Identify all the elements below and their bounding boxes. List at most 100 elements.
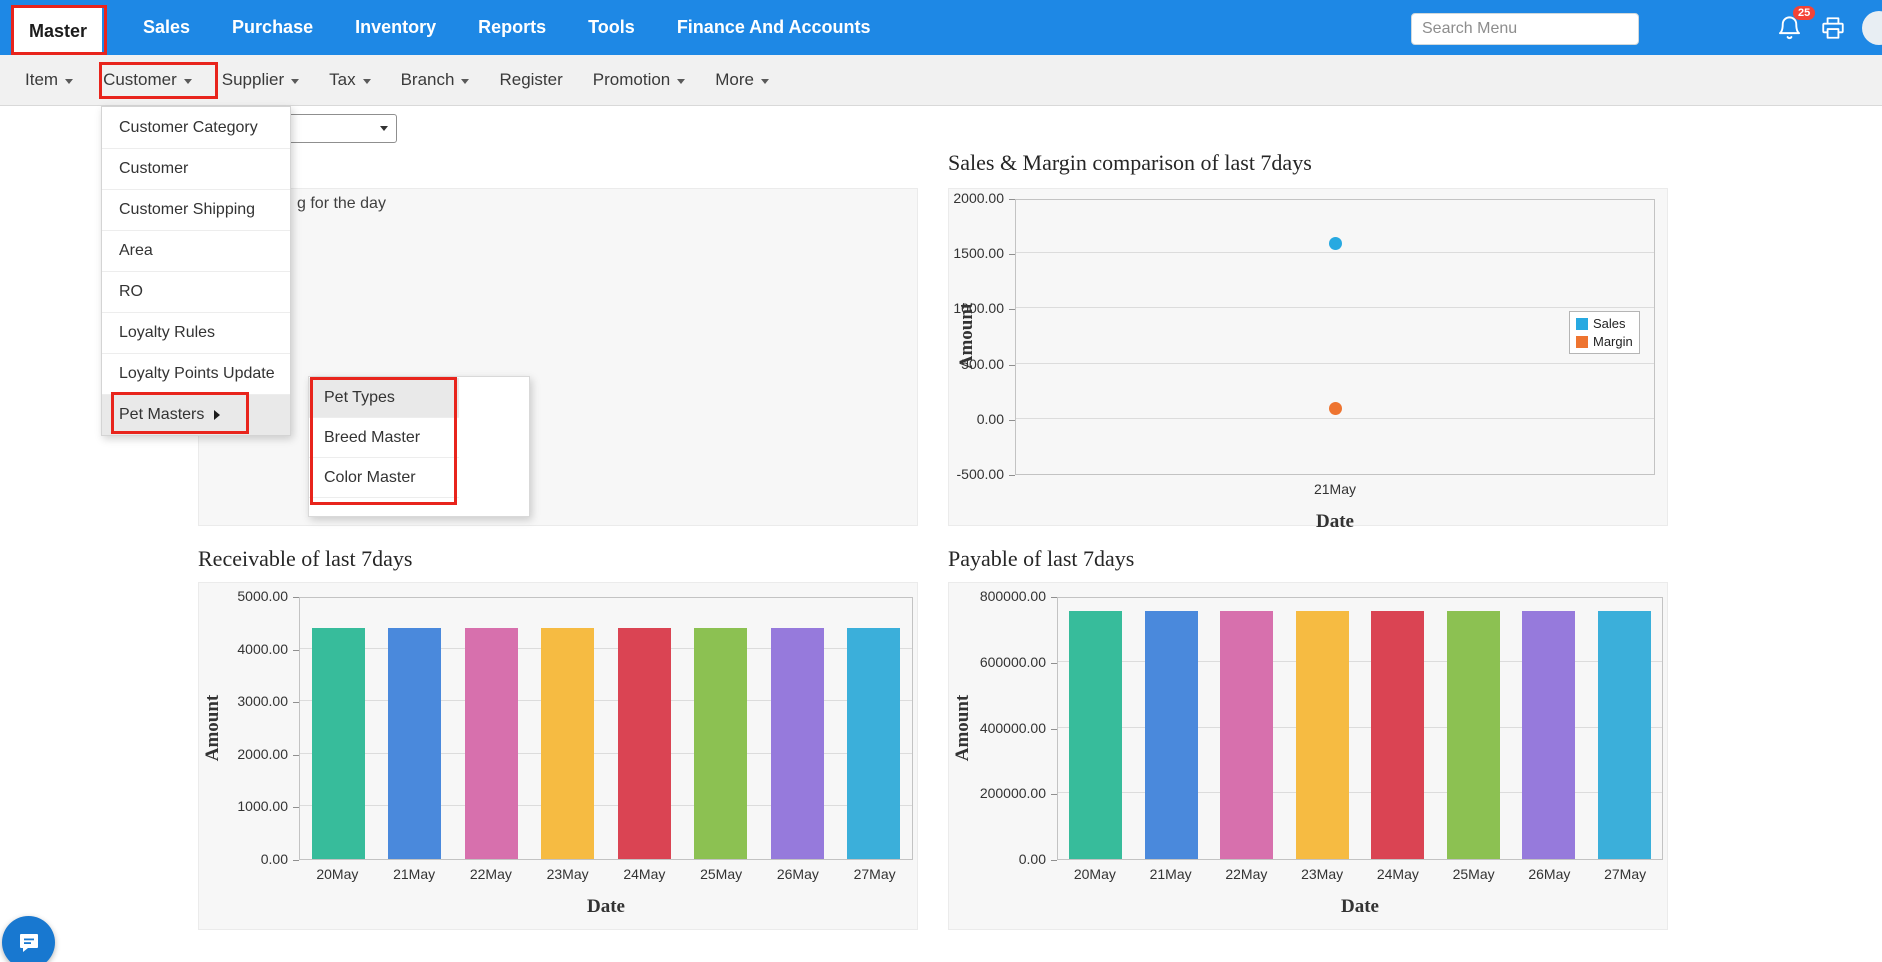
tick-mark xyxy=(293,650,299,651)
bar-23May xyxy=(541,628,594,859)
y-axis-title: Amount xyxy=(956,236,978,436)
menubar-item-supplier[interactable]: Supplier xyxy=(222,70,299,90)
gridline xyxy=(1016,363,1654,364)
day-filter-select[interactable] xyxy=(276,114,397,143)
chevron-down-icon xyxy=(761,79,769,84)
x-tick-label: 21May xyxy=(1015,481,1655,497)
bar-25May xyxy=(694,628,747,859)
dropdown-item-label: Loyalty Points Update xyxy=(119,365,275,383)
chevron-down-icon xyxy=(65,79,73,84)
submenu-item-breed-master[interactable]: Breed Master xyxy=(309,418,459,458)
y-axis-title: Amount xyxy=(202,628,224,828)
dropdown-item-loyalty-rules[interactable]: Loyalty Rules xyxy=(102,312,290,353)
bars-row xyxy=(1058,598,1662,859)
menubar-item-promotion[interactable]: Promotion xyxy=(593,70,685,90)
chat-button[interactable] xyxy=(2,916,55,962)
dropdown-item-pet-masters[interactable]: Pet Masters xyxy=(102,394,290,435)
legend-label: Margin xyxy=(1593,334,1633,349)
dropdown-item-customer-category[interactable]: Customer Category xyxy=(102,107,290,148)
dropdown-item-customer-shipping[interactable]: Customer Shipping xyxy=(102,189,290,230)
bar-20May xyxy=(1069,611,1122,859)
customer-dropdown-menu: Customer Category Customer Customer Shippi… xyxy=(101,106,291,436)
topnav-items: Sales Purchase Inventory Reports Tools Financ… xyxy=(143,0,871,55)
submenu-arrow-icon xyxy=(214,410,220,420)
topnav-item-reports[interactable]: Reports xyxy=(478,17,546,38)
sales-margin-chart: 2000.001500.001000.00500.000.00-500.00Sa… xyxy=(948,188,1668,526)
chart-legend: SalesMargin xyxy=(1569,311,1640,354)
menubar-item-branch[interactable]: Branch xyxy=(401,70,470,90)
topnav-item-inventory[interactable]: Inventory xyxy=(355,17,436,38)
legend-swatch xyxy=(1576,318,1588,330)
x-tick-label: 24May xyxy=(606,866,683,882)
topnav-item-purchase[interactable]: Purchase xyxy=(232,17,313,38)
y-tick-label: 0.00 xyxy=(1019,851,1046,867)
dropdown-item-area[interactable]: Area xyxy=(102,230,290,271)
chevron-down-icon xyxy=(363,79,371,84)
plot-area xyxy=(1057,597,1663,860)
menubar-item-tax[interactable]: Tax xyxy=(329,70,370,90)
dropdown-item-label: Customer xyxy=(119,160,188,178)
bar-26May xyxy=(1522,611,1575,859)
x-axis-title: Date xyxy=(299,896,913,918)
dropdown-item-ro[interactable]: RO xyxy=(102,271,290,312)
dropdown-item-loyalty-points-update[interactable]: Loyalty Points Update xyxy=(102,353,290,394)
y-tick-label: 2000.00 xyxy=(953,190,1004,206)
bar-23May xyxy=(1296,611,1349,859)
tick-mark xyxy=(1051,597,1057,598)
submenu-item-color-master[interactable]: Color Master xyxy=(309,458,459,498)
menubar-item-customer[interactable]: Customer xyxy=(103,70,192,90)
submenu-item-label: Breed Master xyxy=(324,429,420,447)
x-tick-label: 25May xyxy=(683,866,760,882)
x-tick-label: 27May xyxy=(1587,866,1663,882)
dropdown-item-label: Customer Shipping xyxy=(119,201,255,219)
topnav-item-master[interactable]: Master xyxy=(14,8,102,55)
bar-20May xyxy=(312,628,365,859)
submenu-item-pet-types[interactable]: Pet Types xyxy=(309,378,459,418)
print-button[interactable] xyxy=(1820,15,1846,41)
bar-21May xyxy=(388,628,441,859)
gridline xyxy=(1016,307,1654,308)
x-tick-label: 22May xyxy=(1209,866,1285,882)
y-tick-label: 4000.00 xyxy=(237,641,288,657)
x-axis-title: Date xyxy=(1057,896,1663,918)
panel-title-fragment: g for the day xyxy=(297,195,386,213)
menubar-item-label: Item xyxy=(25,70,58,90)
topnav-item-sales[interactable]: Sales xyxy=(143,17,190,38)
menubar-item-register[interactable]: Register xyxy=(499,70,562,90)
x-tick-labels: 21May xyxy=(1015,481,1655,497)
chevron-down-icon xyxy=(677,79,685,84)
chevron-down-icon xyxy=(291,79,299,84)
top-navbar: Master Sales Purchase Inventory Reports Tool… xyxy=(0,0,1882,55)
x-tick-label: 27May xyxy=(836,866,913,882)
chevron-down-icon xyxy=(380,126,388,131)
menubar-item-label: Promotion xyxy=(593,70,670,90)
menubar-item-more[interactable]: More xyxy=(715,70,769,90)
menubar-item-item[interactable]: Item xyxy=(25,70,73,90)
tick-mark xyxy=(1051,663,1057,664)
dropdown-item-label: Area xyxy=(119,242,153,260)
menubar: Item Customer Supplier Tax Branch Register Pro… xyxy=(0,55,1882,106)
dropdown-item-label: Customer Category xyxy=(119,119,258,137)
topnav-item-tools[interactable]: Tools xyxy=(588,17,635,38)
tick-mark xyxy=(1009,309,1015,310)
tick-mark xyxy=(1009,254,1015,255)
topnav-item-finance-and-accounts[interactable]: Finance And Accounts xyxy=(677,17,871,38)
avatar[interactable] xyxy=(1862,11,1882,45)
legend-item-margin: Margin xyxy=(1576,334,1633,349)
tick-mark xyxy=(1009,199,1015,200)
search-input[interactable] xyxy=(1411,13,1639,45)
bar-24May xyxy=(1371,611,1424,859)
dropdown-item-label: Loyalty Rules xyxy=(119,324,215,342)
tick-mark xyxy=(1009,365,1015,366)
pet-masters-submenu: Pet Types Breed Master Color Master xyxy=(308,376,530,517)
tick-mark xyxy=(293,860,299,861)
chart-title-payable: Payable of last 7days xyxy=(948,546,1134,572)
x-tick-label: 24May xyxy=(1360,866,1436,882)
y-tick-label: 2000.00 xyxy=(237,746,288,762)
bar-22May xyxy=(1220,611,1273,859)
dropdown-item-customer[interactable]: Customer xyxy=(102,148,290,189)
menubar-item-label: Customer xyxy=(103,70,177,90)
tick-mark xyxy=(293,807,299,808)
y-tick-label: 800000.00 xyxy=(980,588,1046,604)
menubar-item-label: More xyxy=(715,70,754,90)
